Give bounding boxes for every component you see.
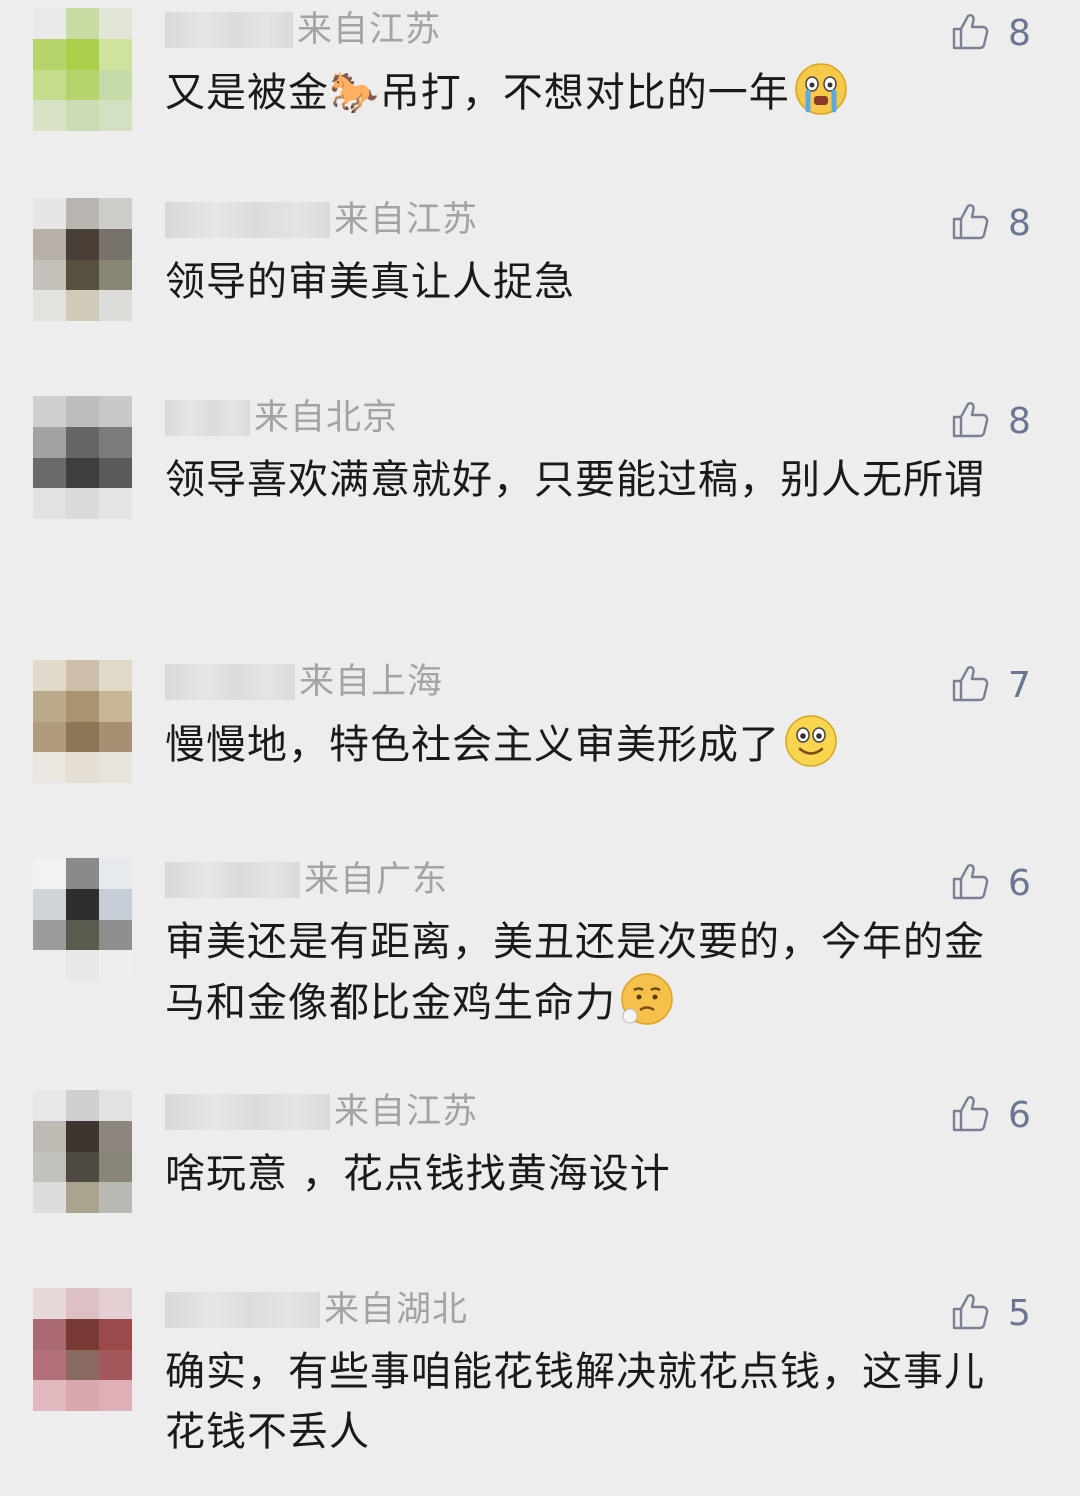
avatar[interactable] <box>33 1288 132 1411</box>
like-count: 5 <box>1008 1293 1031 1334</box>
like-button[interactable]: 8 <box>950 400 1031 444</box>
avatar[interactable] <box>33 858 132 981</box>
thumbs-up-icon <box>950 664 990 708</box>
commenter-info: 来自湖北 <box>165 1288 468 1332</box>
comment-text-block: 又是被金🐎吊打，不想对比的一年 <box>165 62 1025 133</box>
comment-text-block: 慢慢地，特色社会主义审美形成了 <box>165 714 1025 785</box>
username-blurred[interactable] <box>165 862 300 898</box>
like-button[interactable]: 5 <box>950 1292 1031 1336</box>
location-label: 来自上海 <box>299 662 444 702</box>
username-blurred[interactable] <box>165 664 295 700</box>
like-count: 6 <box>1008 863 1031 904</box>
thumbs-up-icon <box>950 1292 990 1336</box>
thumbs-up-icon <box>950 1094 990 1138</box>
thumbs-up-icon <box>950 862 990 906</box>
disappointed-face-icon <box>620 972 674 1043</box>
avatar[interactable] <box>33 1090 132 1213</box>
location-label: 来自湖北 <box>324 1290 469 1330</box>
commenter-info: 来自江苏 <box>165 8 441 52</box>
like-button[interactable]: 8 <box>950 12 1031 56</box>
comment-text: 又是被金🐎吊打，不想对比的一年 <box>165 70 790 116</box>
comment-text-block: 审美还是有距离，美丑还是次要的，今年的金马和金像都比金鸡生命力 <box>165 912 1025 1043</box>
thumbs-up-icon <box>950 202 990 246</box>
like-count: 7 <box>1008 665 1031 706</box>
comment-list: 来自江苏 8 又是被金🐎吊打，不想对比的一年 来自江苏 8 领导的审美真让人捉急 来自北京 8… <box>0 0 1080 1496</box>
location-label: 来自广东 <box>304 860 449 900</box>
like-button[interactable]: 8 <box>950 202 1031 246</box>
comment-text-block: 确实，有些事咱能花钱解决就花点钱，这事儿花钱不丢人 <box>165 1342 1025 1462</box>
crying-face-icon <box>794 62 848 133</box>
avatar[interactable] <box>33 8 132 131</box>
commenter-info: 来自江苏 <box>165 198 478 242</box>
username-blurred[interactable] <box>165 12 293 48</box>
like-count: 8 <box>1008 203 1031 244</box>
commenter-info: 来自广东 <box>165 858 448 902</box>
like-button[interactable]: 7 <box>950 664 1031 708</box>
location-label: 来自北京 <box>254 398 399 438</box>
smiling-face-icon <box>784 714 838 785</box>
username-blurred[interactable] <box>165 202 330 238</box>
comment-text: 慢慢地，特色社会主义审美形成了 <box>165 722 780 768</box>
username-blurred[interactable] <box>165 1292 320 1328</box>
comment-text-block: 领导的审美真让人捉急 <box>165 252 1025 312</box>
comment-text-block: 领导喜欢满意就好，只要能过稿，别人无所谓 <box>165 450 1025 510</box>
commenter-info: 来自上海 <box>165 660 443 704</box>
comment-text-block: 啥玩意 ，花点钱找黄海设计 <box>165 1144 1025 1204</box>
commenter-info: 来自江苏 <box>165 1090 478 1134</box>
avatar[interactable] <box>33 198 132 321</box>
comment-text: 审美还是有距离，美丑还是次要的，今年的金马和金像都比金鸡生命力 <box>165 919 985 1026</box>
location-label: 来自江苏 <box>297 10 442 50</box>
like-button[interactable]: 6 <box>950 1094 1031 1138</box>
like-count: 8 <box>1008 13 1031 54</box>
comment-text: 领导的审美真让人捉急 <box>165 259 575 305</box>
avatar[interactable] <box>33 660 132 783</box>
location-label: 来自江苏 <box>334 1092 479 1132</box>
location-label: 来自江苏 <box>334 200 479 240</box>
like-button[interactable]: 6 <box>950 862 1031 906</box>
avatar[interactable] <box>33 396 132 519</box>
like-count: 6 <box>1008 1095 1031 1136</box>
thumbs-up-icon <box>950 12 990 56</box>
like-count: 8 <box>1008 401 1031 442</box>
username-blurred[interactable] <box>165 1094 330 1130</box>
comment-text: 确实，有些事咱能花钱解决就花点钱，这事儿花钱不丢人 <box>165 1349 985 1455</box>
username-blurred[interactable] <box>165 400 250 436</box>
commenter-info: 来自北京 <box>165 396 398 440</box>
comment-text: 啥玩意 ，花点钱找黄海设计 <box>165 1151 671 1197</box>
thumbs-up-icon <box>950 400 990 444</box>
comment-text: 领导喜欢满意就好，只要能过稿，别人无所谓 <box>165 457 985 503</box>
